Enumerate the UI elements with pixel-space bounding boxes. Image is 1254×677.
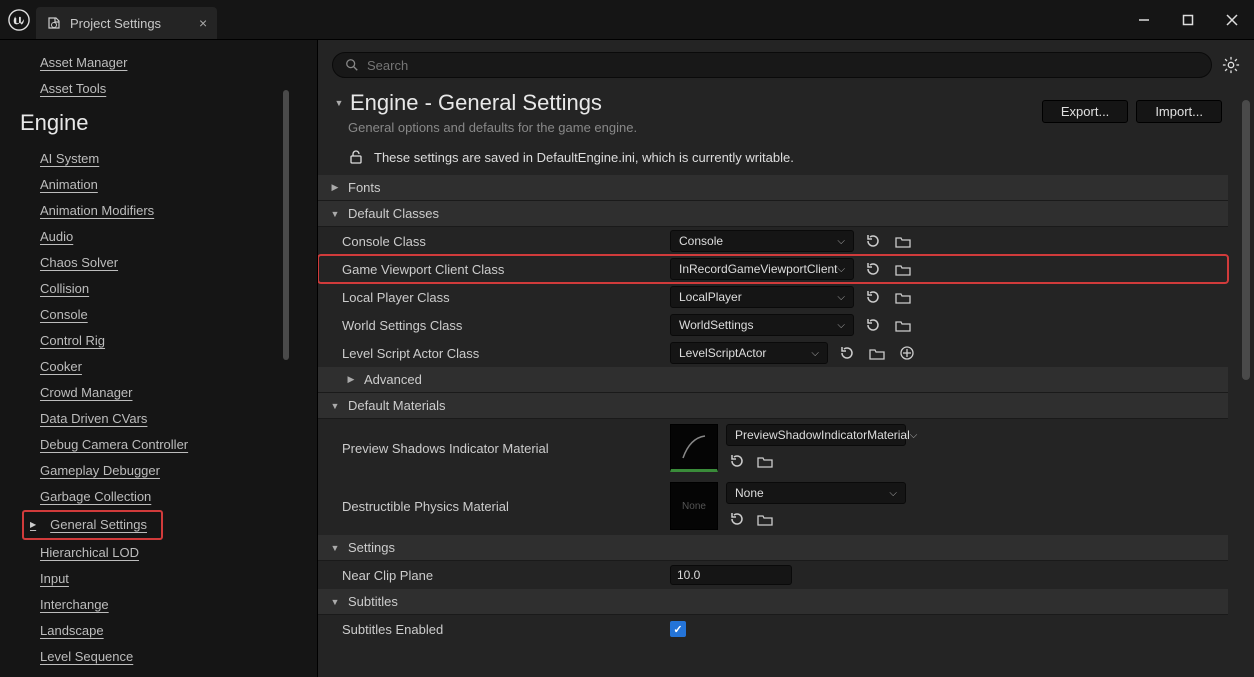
reset-icon[interactable] <box>726 450 748 472</box>
local-player-dropdown[interactable]: LocalPlayer⌵ <box>670 286 854 308</box>
browse-icon[interactable] <box>892 286 914 308</box>
tab-close-button[interactable]: × <box>199 15 207 31</box>
settings-gear-icon[interactable] <box>1222 56 1240 74</box>
reset-icon[interactable] <box>862 258 884 280</box>
level-script-dropdown[interactable]: LevelScriptActor⌵ <box>670 342 828 364</box>
unreal-logo-icon <box>8 9 30 31</box>
sidebar-item-hierarchical-lod[interactable]: Hierarchical LOD <box>0 540 313 566</box>
sidebar-item-console[interactable]: Console <box>0 302 313 328</box>
section-subtitles[interactable]: ▼Subtitles <box>318 589 1228 615</box>
export-button[interactable]: Export... <box>1042 100 1128 123</box>
sidebar-item-crowd-manager[interactable]: Crowd Manager <box>0 380 313 406</box>
settings-tab-icon <box>46 15 62 31</box>
sidebar-item-animation[interactable]: Animation <box>0 172 313 198</box>
row-preview-shadow: Preview Shadows Indicator Material Previ… <box>318 419 1228 477</box>
material-thumbnail-none[interactable]: None <box>670 482 718 530</box>
browse-icon[interactable] <box>866 342 888 364</box>
sidebar-item-ai-system[interactable]: AI System <box>0 146 313 172</box>
sidebar-item-level-sequence[interactable]: Level Sequence <box>0 644 313 670</box>
add-icon[interactable] <box>896 342 918 364</box>
browse-icon[interactable] <box>892 230 914 252</box>
subtitles-checkbox[interactable] <box>670 621 686 637</box>
viewport-class-dropdown[interactable]: InRecordGameViewportClient⌵ <box>670 258 854 280</box>
sidebar-item-landscape[interactable]: Landscape <box>0 618 313 644</box>
section-default-materials[interactable]: ▼Default Materials <box>318 393 1228 419</box>
sidebar-item[interactable]: Asset Tools <box>0 76 313 102</box>
collapse-icon[interactable]: ▼ <box>334 98 344 108</box>
section-fonts[interactable]: ▶Fonts <box>318 175 1228 201</box>
sidebar-scrollbar[interactable] <box>283 90 289 360</box>
sidebar-item-cooker[interactable]: Cooker <box>0 354 313 380</box>
sidebar-item-interchange[interactable]: Interchange <box>0 592 313 618</box>
world-settings-dropdown[interactable]: WorldSettings⌵ <box>670 314 854 336</box>
tab-project-settings[interactable]: Project Settings × <box>36 7 217 39</box>
search-input[interactable] <box>367 58 1199 73</box>
sidebar-item-general-settings[interactable]: General Settings <box>22 510 163 540</box>
save-note-text: These settings are saved in DefaultEngin… <box>374 150 794 165</box>
tab-title: Project Settings <box>70 16 161 31</box>
sidebar-item-audio[interactable]: Audio <box>0 224 313 250</box>
sidebar-item-collision[interactable]: Collision <box>0 276 313 302</box>
sidebar-item-input[interactable]: Input <box>0 566 313 592</box>
sidebar-item-gameplay-debugger[interactable]: Gameplay Debugger <box>0 458 313 484</box>
titlebar: Project Settings × <box>0 0 1254 40</box>
material-thumbnail[interactable] <box>670 424 718 472</box>
sidebar-item-data-driven-cvars[interactable]: Data Driven CVars <box>0 406 313 432</box>
browse-icon[interactable] <box>892 258 914 280</box>
sidebar-item[interactable]: Asset Manager <box>0 50 313 76</box>
browse-icon[interactable] <box>754 508 776 530</box>
window-controls <box>1122 0 1254 40</box>
console-class-dropdown[interactable]: Console⌵ <box>670 230 854 252</box>
reset-icon[interactable] <box>862 230 884 252</box>
content-scrollbar[interactable] <box>1242 100 1250 380</box>
section-advanced[interactable]: ▶Advanced <box>318 367 1228 393</box>
row-near-clip: Near Clip Plane <box>318 561 1228 589</box>
sidebar-item-animation-modifiers[interactable]: Animation Modifiers <box>0 198 313 224</box>
near-clip-input[interactable] <box>670 565 792 585</box>
reset-icon[interactable] <box>862 314 884 336</box>
row-console-class: Console Class Console⌵ <box>318 227 1228 255</box>
reset-icon[interactable] <box>726 508 748 530</box>
page-title: Engine - General Settings <box>350 90 602 116</box>
sidebar-section-engine: Engine <box>0 102 313 146</box>
reset-icon[interactable] <box>836 342 858 364</box>
reset-icon[interactable] <box>862 286 884 308</box>
content-panel: ▼ Engine - General Settings General opti… <box>318 40 1254 677</box>
close-button[interactable] <box>1210 0 1254 40</box>
search-icon <box>345 58 359 72</box>
browse-icon[interactable] <box>754 450 776 472</box>
row-subtitles-enabled: Subtitles Enabled <box>318 615 1228 643</box>
section-default-classes[interactable]: ▼Default Classes <box>318 201 1228 227</box>
section-settings[interactable]: ▼Settings <box>318 535 1228 561</box>
search-box[interactable] <box>332 52 1212 78</box>
sidebar-item-chaos-solver[interactable]: Chaos Solver <box>0 250 313 276</box>
row-destructible: Destructible Physics Material None None⌵ <box>318 477 1228 535</box>
sidebar-item-control-rig[interactable]: Control Rig <box>0 328 313 354</box>
destructible-dropdown[interactable]: None⌵ <box>726 482 906 504</box>
unlock-icon <box>348 149 364 165</box>
browse-icon[interactable] <box>892 314 914 336</box>
row-viewport-class: Game Viewport Client Class InRecordGameV… <box>318 255 1228 283</box>
minimize-button[interactable] <box>1122 0 1166 40</box>
preview-shadow-dropdown[interactable]: PreviewShadowIndicatorMaterial⌵ <box>726 424 906 446</box>
maximize-button[interactable] <box>1166 0 1210 40</box>
sidebar-item-garbage-collection[interactable]: Garbage Collection <box>0 484 313 510</box>
sidebar: Asset ManagerAsset Tools Engine AI Syste… <box>0 40 318 677</box>
row-level-script: Level Script Actor Class LevelScriptActo… <box>318 339 1228 367</box>
row-world-settings: World Settings Class WorldSettings⌵ <box>318 311 1228 339</box>
row-local-player: Local Player Class LocalPlayer⌵ <box>318 283 1228 311</box>
import-button[interactable]: Import... <box>1136 100 1222 123</box>
sidebar-item-debug-camera-controller[interactable]: Debug Camera Controller <box>0 432 313 458</box>
